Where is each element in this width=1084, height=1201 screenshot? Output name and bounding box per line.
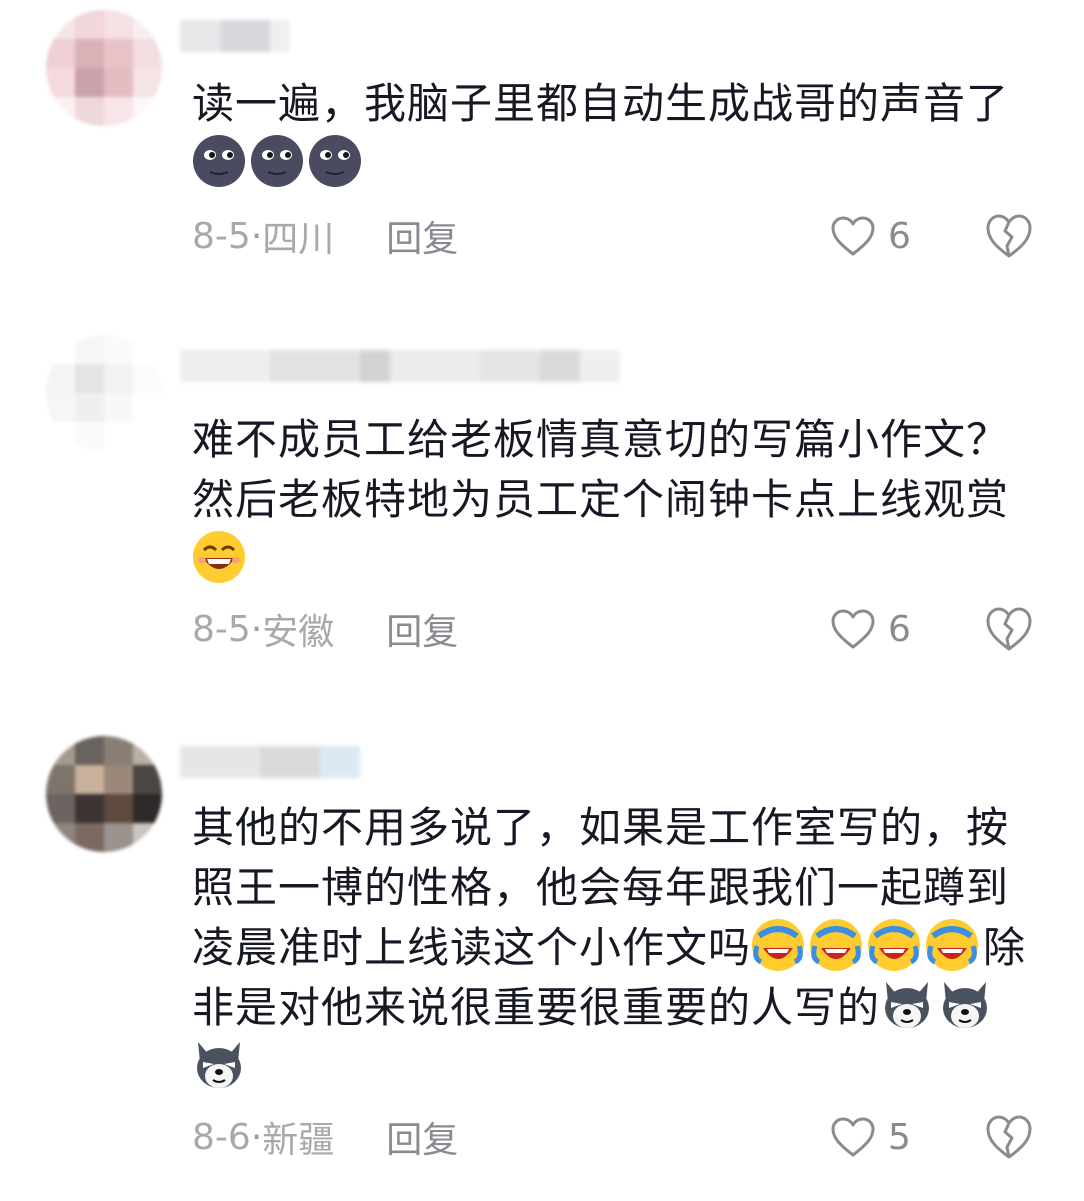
meta-separator: ·: [250, 215, 263, 257]
laugh-cry-face-icon: [926, 919, 979, 971]
meta-separator: ·: [250, 1116, 263, 1158]
comment-text: 读一遍，我脑子里都自动生成战哥的声音了: [192, 74, 1042, 194]
moon-face-icon: [309, 135, 361, 187]
like-button[interactable]: 6: [830, 211, 911, 261]
comment-meta: 8-6 · 新疆 回复: [192, 1112, 458, 1162]
comment-location: 新疆: [262, 1120, 335, 1161]
avatar[interactable]: [46, 10, 162, 126]
comment-text: 难不成员工给老板情真意切的写篇小作文？然后老板特地为员工定个闹钟卡点上线观赏: [192, 410, 1042, 590]
comment-meta: 8-5 · 安徽 回复: [192, 604, 458, 654]
comment-date: 8-5: [192, 215, 251, 257]
username-blurred[interactable]: [180, 746, 360, 778]
laugh-cry-face-icon: [868, 919, 921, 971]
comment-date: 8-6: [192, 1116, 251, 1158]
like-button[interactable]: 6: [830, 604, 911, 654]
comment-location: 四川: [262, 219, 335, 260]
laugh-cry-face-icon: [752, 919, 805, 971]
husky-face-icon: [197, 1042, 241, 1088]
reply-button[interactable]: 回复: [386, 210, 458, 262]
moon-face-icon: [251, 135, 303, 187]
moon-face-icon: [193, 135, 245, 187]
reply-button[interactable]: 回复: [386, 603, 458, 655]
heart-icon: [831, 216, 875, 256]
comment-text: 其他的不用多说了，如果是工作室写的，按照王一博的性格，他会每年跟我们一起蹲到凌晨…: [192, 798, 1042, 1098]
grin-face-icon: [193, 531, 245, 583]
husky-face-icon: [885, 982, 930, 1028]
like-button[interactable]: 5: [830, 1112, 911, 1162]
like-count: 6: [888, 608, 911, 650]
like-count: 6: [888, 215, 911, 257]
comment-location: 安徽: [262, 612, 335, 653]
meta-separator: ·: [250, 608, 263, 650]
username-blurred[interactable]: [180, 350, 620, 382]
comment-meta: 8-5 · 四川 回复: [192, 211, 458, 261]
like-count: 5: [888, 1116, 911, 1158]
broken-heart-icon[interactable]: [984, 211, 1034, 261]
heart-icon: [831, 609, 875, 649]
broken-heart-icon[interactable]: [984, 1112, 1034, 1162]
laugh-cry-face-icon: [810, 919, 863, 971]
reply-button[interactable]: 回复: [386, 1111, 458, 1163]
comment-date: 8-5: [192, 608, 251, 650]
username-blurred[interactable]: [180, 20, 290, 52]
heart-icon: [831, 1117, 875, 1157]
avatar[interactable]: [46, 736, 162, 852]
husky-face-icon: [943, 982, 988, 1028]
broken-heart-icon[interactable]: [984, 604, 1034, 654]
avatar[interactable]: [46, 335, 162, 451]
